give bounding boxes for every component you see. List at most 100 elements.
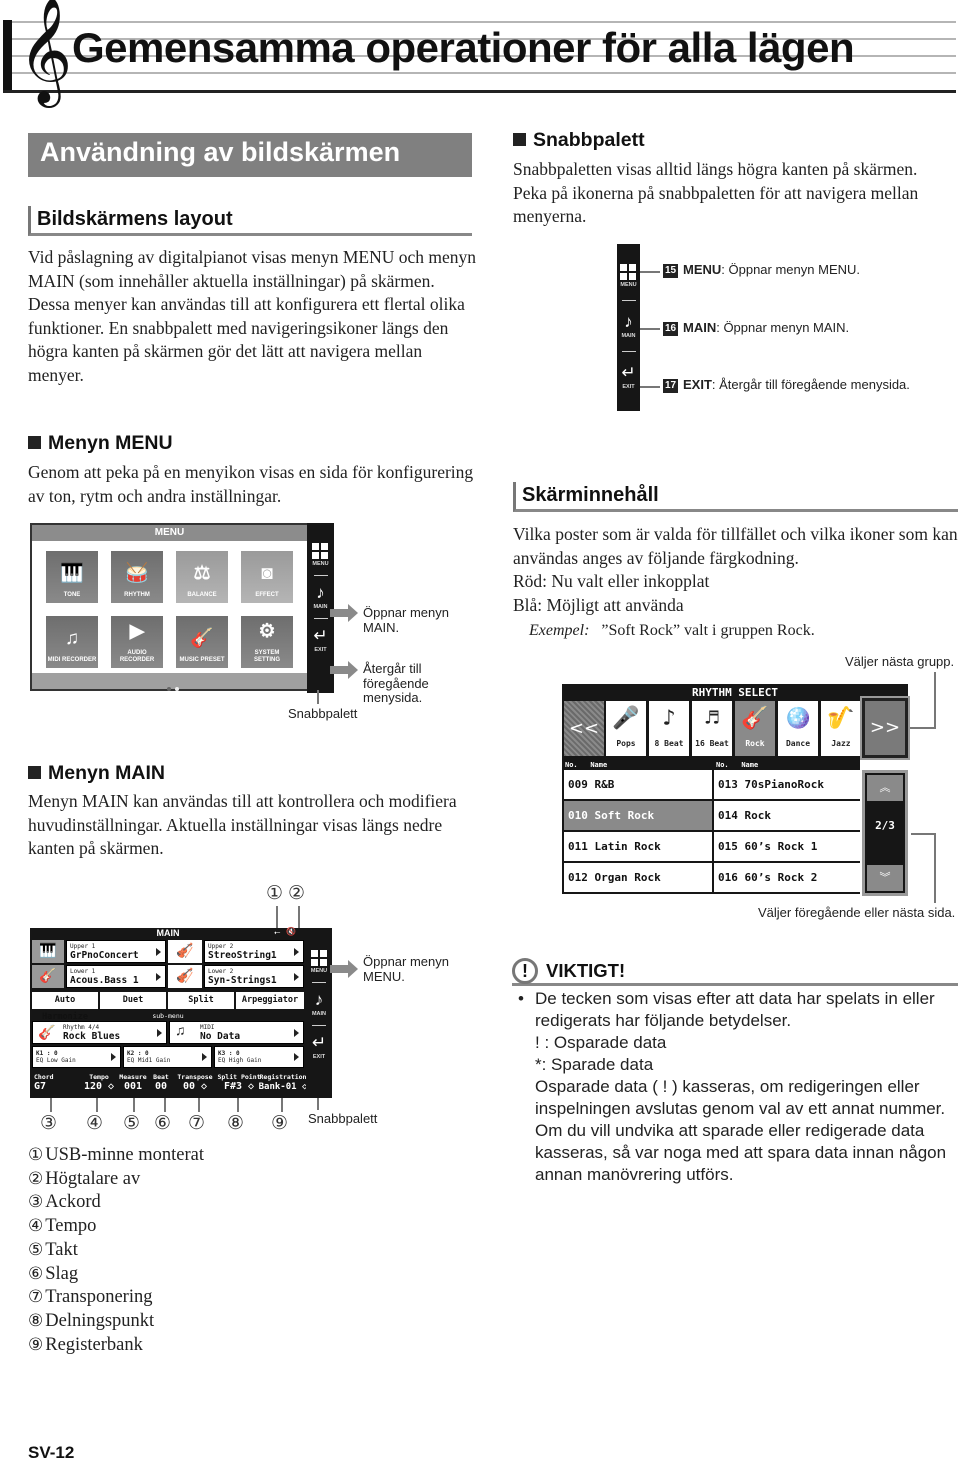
content-block: Vilka poster som är valda för tillfället… bbox=[513, 523, 958, 643]
column-header: No. Name bbox=[716, 760, 758, 770]
list-item[interactable]: 011 Latin Rock bbox=[564, 832, 712, 861]
field-label: Lower 1 bbox=[70, 967, 96, 975]
tile-tone[interactable]: 🎹 TONE bbox=[46, 551, 98, 603]
palette-menu-button[interactable]: MENU bbox=[312, 543, 329, 567]
tile-audio-recorder[interactable]: ▶ AUDIO RECORDER bbox=[111, 616, 163, 668]
category-label: Jazz bbox=[831, 739, 851, 748]
palette-main-button[interactable]: ♪ MAIN bbox=[313, 584, 327, 611]
legend-item: ⑧ Delningspunkt bbox=[28, 1310, 204, 1334]
tile-music-preset[interactable]: 🎸 MUSIC PRESET bbox=[176, 616, 228, 668]
k3-field[interactable]: K3 : 0 EQ High Gain bbox=[214, 1046, 304, 1068]
tile-system-setting[interactable]: ⚙ SYSTEM SETTING bbox=[241, 616, 293, 668]
rhythm-field[interactable]: 🎸 Rhythm 4/4 Rock Blues bbox=[32, 1021, 167, 1044]
split-button[interactable]: Split bbox=[168, 992, 234, 1009]
category-jazz[interactable]: 🎷 Jazz bbox=[821, 701, 861, 756]
palette-main-button[interactable]: ♪ MAIN bbox=[312, 991, 326, 1018]
category-dance[interactable]: 🪩 Dance bbox=[778, 701, 818, 756]
arrow-right-icon bbox=[156, 947, 161, 956]
main-screen: MAIN ⭠ 🔇 🎹 Upper 1 GrPnoConcert 🎻 Upper 2… bbox=[30, 927, 332, 1098]
status-registration[interactable]: Registration Bank-01 ◇ bbox=[258, 1073, 308, 1093]
status-label: Measure bbox=[119, 1073, 147, 1081]
palette-desc: : Öppnar menyn MAIN. bbox=[716, 320, 850, 335]
status-tempo[interactable]: Tempo 120 ◇ bbox=[80, 1073, 118, 1093]
palette-label: MENU bbox=[310, 968, 328, 974]
status-beat[interactable]: Beat 00 bbox=[150, 1073, 172, 1093]
status-split-point[interactable]: Split Point F#3 ◇ bbox=[216, 1073, 262, 1093]
legend-text: USB-minne monterat bbox=[45, 1145, 205, 1165]
list-item[interactable]: 012 Organ Rock bbox=[564, 863, 712, 892]
midi-field[interactable]: ♫ MIDI No Data bbox=[169, 1021, 304, 1044]
status-transpose[interactable]: Transpose 00 ◇ bbox=[173, 1073, 217, 1093]
lower1-field[interactable]: Lower 1 Acous.Bass 1 bbox=[66, 965, 166, 988]
list-item[interactable]: 009 R&B bbox=[564, 770, 712, 799]
list-item[interactable]: 014 Rock bbox=[714, 801, 860, 830]
palette-main-button[interactable]: ♪ MAIN bbox=[621, 313, 636, 340]
list-item[interactable]: 015 60’s Rock 1 bbox=[714, 832, 860, 861]
palette-menu-button[interactable]: MENU bbox=[311, 950, 327, 974]
auto-harmonize-button[interactable]: Auto Harmonize bbox=[32, 992, 98, 1022]
page-navigator: ︽ 2/3 ︾ bbox=[862, 770, 908, 896]
lower2-field[interactable]: Lower 2 Syn-Strings1 bbox=[204, 965, 304, 988]
category-pops[interactable]: 🎤 Pops bbox=[606, 701, 646, 756]
tile-balance[interactable]: ⚖ BALANCE bbox=[176, 551, 228, 603]
category-rock[interactable]: 🎸 Rock bbox=[735, 701, 775, 756]
category-label: Pops bbox=[616, 739, 636, 748]
palette-divider bbox=[312, 982, 326, 983]
list-item-selected[interactable]: 010 Soft Rock bbox=[564, 801, 712, 830]
arrow-right-icon bbox=[294, 1053, 299, 1061]
arrow-right-icon bbox=[294, 1028, 299, 1037]
number-badge: 17 bbox=[663, 379, 678, 393]
tile-midi-recorder[interactable]: ♫ MIDI RECORDER bbox=[46, 616, 98, 668]
field-label: Upper 2 bbox=[208, 942, 234, 950]
prev-group-button[interactable]: << bbox=[564, 701, 604, 756]
example-label: Exempel: bbox=[529, 622, 590, 639]
upper1-field[interactable]: Upper 1 GrPnoConcert bbox=[66, 940, 166, 963]
marker-4: ④ bbox=[86, 1112, 104, 1134]
disco-ball-icon: 🪩 bbox=[784, 706, 812, 731]
list-item[interactable]: 013 70sPianoRock bbox=[714, 770, 860, 799]
k1-field[interactable]: K1 : 0 EQ Low Gain bbox=[32, 1046, 121, 1068]
legend-text: Högtalare av bbox=[45, 1168, 141, 1189]
field-label: Lower 2 bbox=[208, 967, 234, 975]
palette-divider bbox=[621, 300, 636, 301]
upper2-field[interactable]: Upper 2 StreoString1 bbox=[204, 940, 304, 963]
palette-desc-main: 16 MAIN: Öppnar menyn MAIN. bbox=[663, 320, 849, 336]
palette-menu-button[interactable]: MENU bbox=[620, 264, 637, 288]
palette-exit-button[interactable]: ↵ EXIT bbox=[313, 627, 327, 654]
k2-field[interactable]: K2 : 0 EQ Mid1 Gain bbox=[123, 1046, 212, 1068]
marker-8: ⑧ bbox=[227, 1112, 245, 1134]
staff-line bbox=[12, 72, 956, 74]
palette-exit-button[interactable]: ↵ EXIT bbox=[621, 364, 635, 391]
page-down-button[interactable]: ︾ bbox=[867, 865, 903, 891]
rhythm-list: No. Name No. Name 009 R&B 010 Soft Rock … bbox=[562, 760, 860, 894]
leader-line bbox=[276, 906, 278, 930]
category-label: 8 Beat bbox=[654, 739, 684, 748]
legend-item: ① USB-minne monterat bbox=[28, 1144, 204, 1168]
leader-line bbox=[317, 690, 319, 704]
tile-rhythm[interactable]: 🥁 RHYTHM bbox=[111, 551, 163, 603]
blue-legend: Blå: Möjligt att använda bbox=[513, 594, 684, 615]
marker-3: ③ bbox=[40, 1112, 58, 1134]
rhythm-select-title: RHYTHM SELECT bbox=[691, 686, 779, 699]
page-indicator: 2/3 bbox=[875, 819, 895, 832]
legend-number: ⑤ bbox=[28, 1239, 44, 1260]
arpeggiator-button[interactable]: Arpeggiator bbox=[236, 992, 304, 1009]
red-legend: Röd: Nu valt eller inkopplat bbox=[513, 571, 710, 591]
palette-label: EXIT bbox=[314, 647, 327, 653]
palette-label: MAIN bbox=[621, 333, 636, 339]
palette-exit-button[interactable]: ↵ EXIT bbox=[312, 1034, 326, 1061]
list-item[interactable]: 016 60’s Rock 2 bbox=[714, 863, 860, 892]
next-group-button[interactable]: >> bbox=[860, 696, 910, 760]
legend-text: Takt bbox=[45, 1239, 78, 1260]
field-label: Rhythm 4/4 bbox=[63, 1023, 100, 1031]
palette-key: EXIT bbox=[683, 377, 712, 392]
category-16-beat[interactable]: ♬ 16 Beat bbox=[692, 701, 732, 756]
status-measure[interactable]: Measure 001 bbox=[116, 1073, 150, 1093]
legend-text: Ackord bbox=[45, 1192, 101, 1213]
status-chord[interactable]: Chord G7 bbox=[34, 1073, 54, 1093]
category-8-beat[interactable]: ♪ 8 Beat bbox=[649, 701, 689, 756]
palette-text: Snabbpaletten visas alltid längs högra k… bbox=[513, 159, 919, 226]
duet-button[interactable]: Duet bbox=[100, 992, 166, 1009]
page-up-button[interactable]: ︽ bbox=[867, 775, 903, 801]
tile-effect[interactable]: ◙ EFFECT bbox=[241, 551, 293, 603]
